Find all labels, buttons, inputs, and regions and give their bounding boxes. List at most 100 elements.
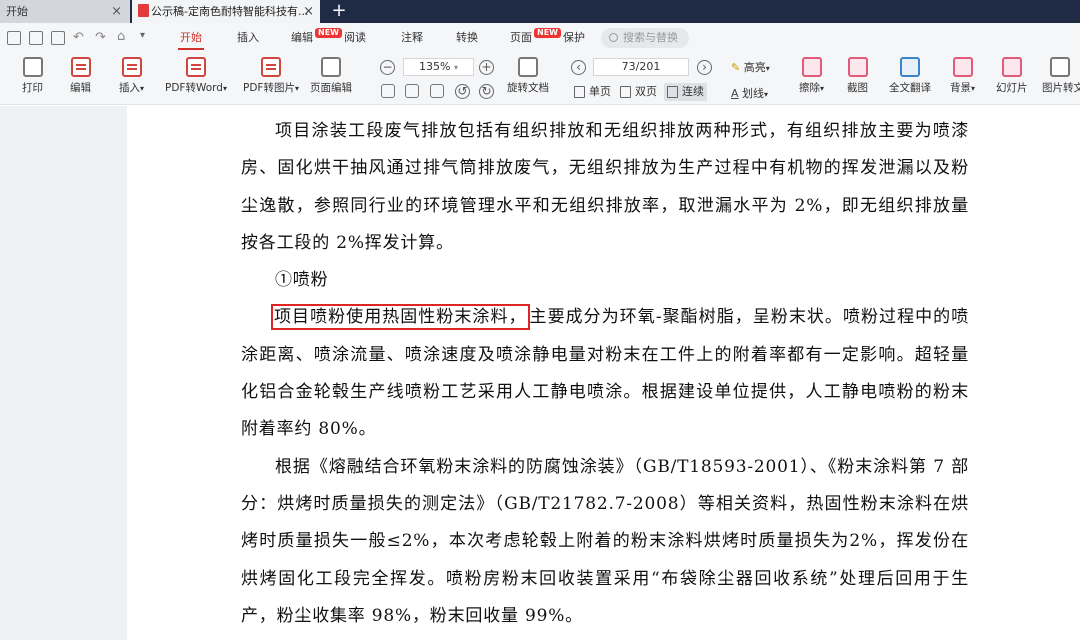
rotate-right-icon[interactable]: ↻ xyxy=(479,84,494,99)
highlight-button[interactable]: ✎ 高亮▾ xyxy=(731,59,770,75)
edit-icon xyxy=(70,57,91,77)
pdf-to-word-button[interactable]: PDF转Word▾ xyxy=(165,57,227,95)
menu-protect: 保护 xyxy=(562,31,585,44)
fit-width-icon[interactable] xyxy=(430,84,444,98)
translate-label: 全文翻译 xyxy=(889,82,931,94)
open-folder-icon[interactable] xyxy=(7,31,21,45)
new-badge: NEW xyxy=(534,28,561,38)
rotate-left-icon[interactable]: ↺ xyxy=(455,84,470,99)
home-icon[interactable]: ⌂ xyxy=(117,29,125,44)
underline-button[interactable]: A 划线▾ xyxy=(731,85,768,101)
save-icon[interactable] xyxy=(29,31,43,45)
pdf-to-image-button[interactable]: PDF转图片▾ xyxy=(243,57,299,95)
search-input[interactable]: 搜索与替换 xyxy=(601,28,689,48)
document-background xyxy=(0,106,127,640)
menu-insert[interactable]: 插入 xyxy=(237,23,259,53)
slideshow-icon xyxy=(1001,57,1022,77)
menu-annotate[interactable]: 注释 xyxy=(401,23,423,53)
page-edit-label: 页面编辑 xyxy=(310,82,352,94)
section-heading-powder: ①喷粉 xyxy=(275,270,329,291)
erase-label: 擦除 xyxy=(799,82,820,94)
paragraph-powder-spraying: 项目喷粉使用热固性粉末涂料， 主要成分为环氧-聚酯树脂，呈粉末状。喷粉过程中的喷涂… xyxy=(241,299,969,448)
continuous-icon xyxy=(667,86,678,98)
close-icon[interactable]: × xyxy=(111,0,122,23)
edit-button[interactable]: 编辑 xyxy=(70,57,91,95)
actual-size-icon[interactable] xyxy=(381,84,395,98)
page-number-field[interactable]: 73/201 xyxy=(593,58,689,76)
tab-home-label: 开始 xyxy=(6,5,28,18)
image-convert-label: 图片转文 xyxy=(1042,82,1080,94)
menu-convert[interactable]: 转换 xyxy=(456,23,478,53)
underline-icon: A xyxy=(731,87,739,100)
chevron-down-icon: ▾ xyxy=(764,90,769,99)
menu-read: 阅读 xyxy=(343,31,366,44)
menu-page-protect[interactable]: 页面 NEW 保护 xyxy=(510,23,585,53)
menu-edit-read[interactable]: 编辑 NEW 阅读 xyxy=(291,23,366,53)
insert-button[interactable]: 插入▾ xyxy=(119,57,144,95)
page-edit-button[interactable]: 页面编辑 xyxy=(310,57,352,95)
insert-label: 插入 xyxy=(119,82,140,94)
tab-document[interactable]: 公示稿-定南色耐特智能科技有... × xyxy=(132,0,320,23)
previous-page-icon[interactable]: ‹ xyxy=(571,60,586,75)
menu-edit: 编辑 xyxy=(291,31,313,44)
grid-icon xyxy=(321,57,341,77)
new-tab-button[interactable]: + xyxy=(326,0,352,23)
tab-home[interactable]: 开始 × xyxy=(0,0,130,23)
chevron-down-icon: ▾ xyxy=(140,84,145,93)
chevron-down-icon: ▾ xyxy=(971,84,976,93)
undo-icon[interactable]: ↶ xyxy=(73,30,84,45)
translate-button[interactable]: 全文翻译 xyxy=(889,57,931,95)
next-page-icon[interactable]: › xyxy=(697,60,712,75)
image-convert-icon xyxy=(1050,57,1070,77)
close-icon[interactable]: × xyxy=(303,0,314,23)
highlight-label: 高亮 xyxy=(743,61,766,74)
double-page-button[interactable]: 双页 xyxy=(617,83,660,101)
zoom-field[interactable]: 135% ▾ xyxy=(403,58,474,76)
erase-button[interactable]: 擦除▾ xyxy=(799,57,824,95)
chevron-down-icon: ▾ xyxy=(820,84,825,93)
print-button[interactable]: 打印 xyxy=(22,57,43,95)
chevron-down-icon: ▾ xyxy=(765,64,770,73)
zoom-in-icon[interactable]: + xyxy=(479,60,494,75)
paint-bucket-icon xyxy=(952,57,973,77)
continuous-button[interactable]: 连续 xyxy=(664,83,707,101)
chevron-down-icon: ▾ xyxy=(453,63,458,72)
rotate-document-label: 旋转文档 xyxy=(507,82,549,94)
menu-start[interactable]: 开始 xyxy=(178,23,204,53)
underline-label: 划线 xyxy=(742,87,765,100)
image-convert-button[interactable]: 图片转文 xyxy=(1042,57,1080,95)
toolbar: 打印 编辑 插入▾ PDF转Word▾ PDF转图片▾ 页面编辑 − 135% … xyxy=(0,53,1080,105)
chevron-down-icon[interactable]: ▾ xyxy=(140,30,145,41)
single-page-label: 单页 xyxy=(589,85,611,98)
background-button[interactable]: 背景▾ xyxy=(950,57,975,95)
slideshow-button[interactable]: 幻灯片 xyxy=(996,57,1028,95)
rotate-document-button[interactable]: 旋转文档 xyxy=(507,57,549,95)
single-page-icon xyxy=(574,86,585,98)
insert-icon xyxy=(121,57,142,77)
single-page-button[interactable]: 单页 xyxy=(571,83,614,101)
translate-icon xyxy=(900,57,920,77)
print-quick-icon[interactable] xyxy=(51,31,65,45)
document-content: 项目涂装工段废气排放包括有组织排放和无组织排放两种形式，有组织排放主要为喷漆房、… xyxy=(241,113,969,635)
search-placeholder: 搜索与替换 xyxy=(623,31,678,44)
background-label: 背景 xyxy=(950,82,971,94)
chevron-down-icon: ▾ xyxy=(294,84,299,93)
menu-page: 页面 xyxy=(510,31,532,44)
redo-icon[interactable]: ↷ xyxy=(95,30,106,45)
chevron-down-icon: ▾ xyxy=(222,84,227,93)
continuous-label: 连续 xyxy=(682,85,704,98)
image-icon xyxy=(260,57,281,77)
double-page-label: 双页 xyxy=(635,85,657,98)
printer-icon xyxy=(22,57,43,77)
pdf-icon xyxy=(138,4,149,17)
paragraph-emissions: 项目涂装工段废气排放包括有组织排放和无组织排放两种形式，有组织排放主要为喷漆房、… xyxy=(241,121,969,253)
screenshot-button[interactable]: 截图 xyxy=(847,57,868,95)
rotate-document-icon xyxy=(518,57,538,77)
edit-label: 编辑 xyxy=(70,82,91,94)
zoom-value: 135% xyxy=(419,60,451,73)
menu-bar: ↶ ↷ ⌂ ▾ 开始 插入 编辑 NEW 阅读 注释 转换 页面 NEW 保护 搜索与替… xyxy=(0,23,1080,53)
highlighter-icon: ✎ xyxy=(731,61,741,74)
zoom-out-icon[interactable]: − xyxy=(380,60,395,75)
fit-page-icon[interactable] xyxy=(405,84,419,98)
double-page-icon xyxy=(620,86,631,98)
